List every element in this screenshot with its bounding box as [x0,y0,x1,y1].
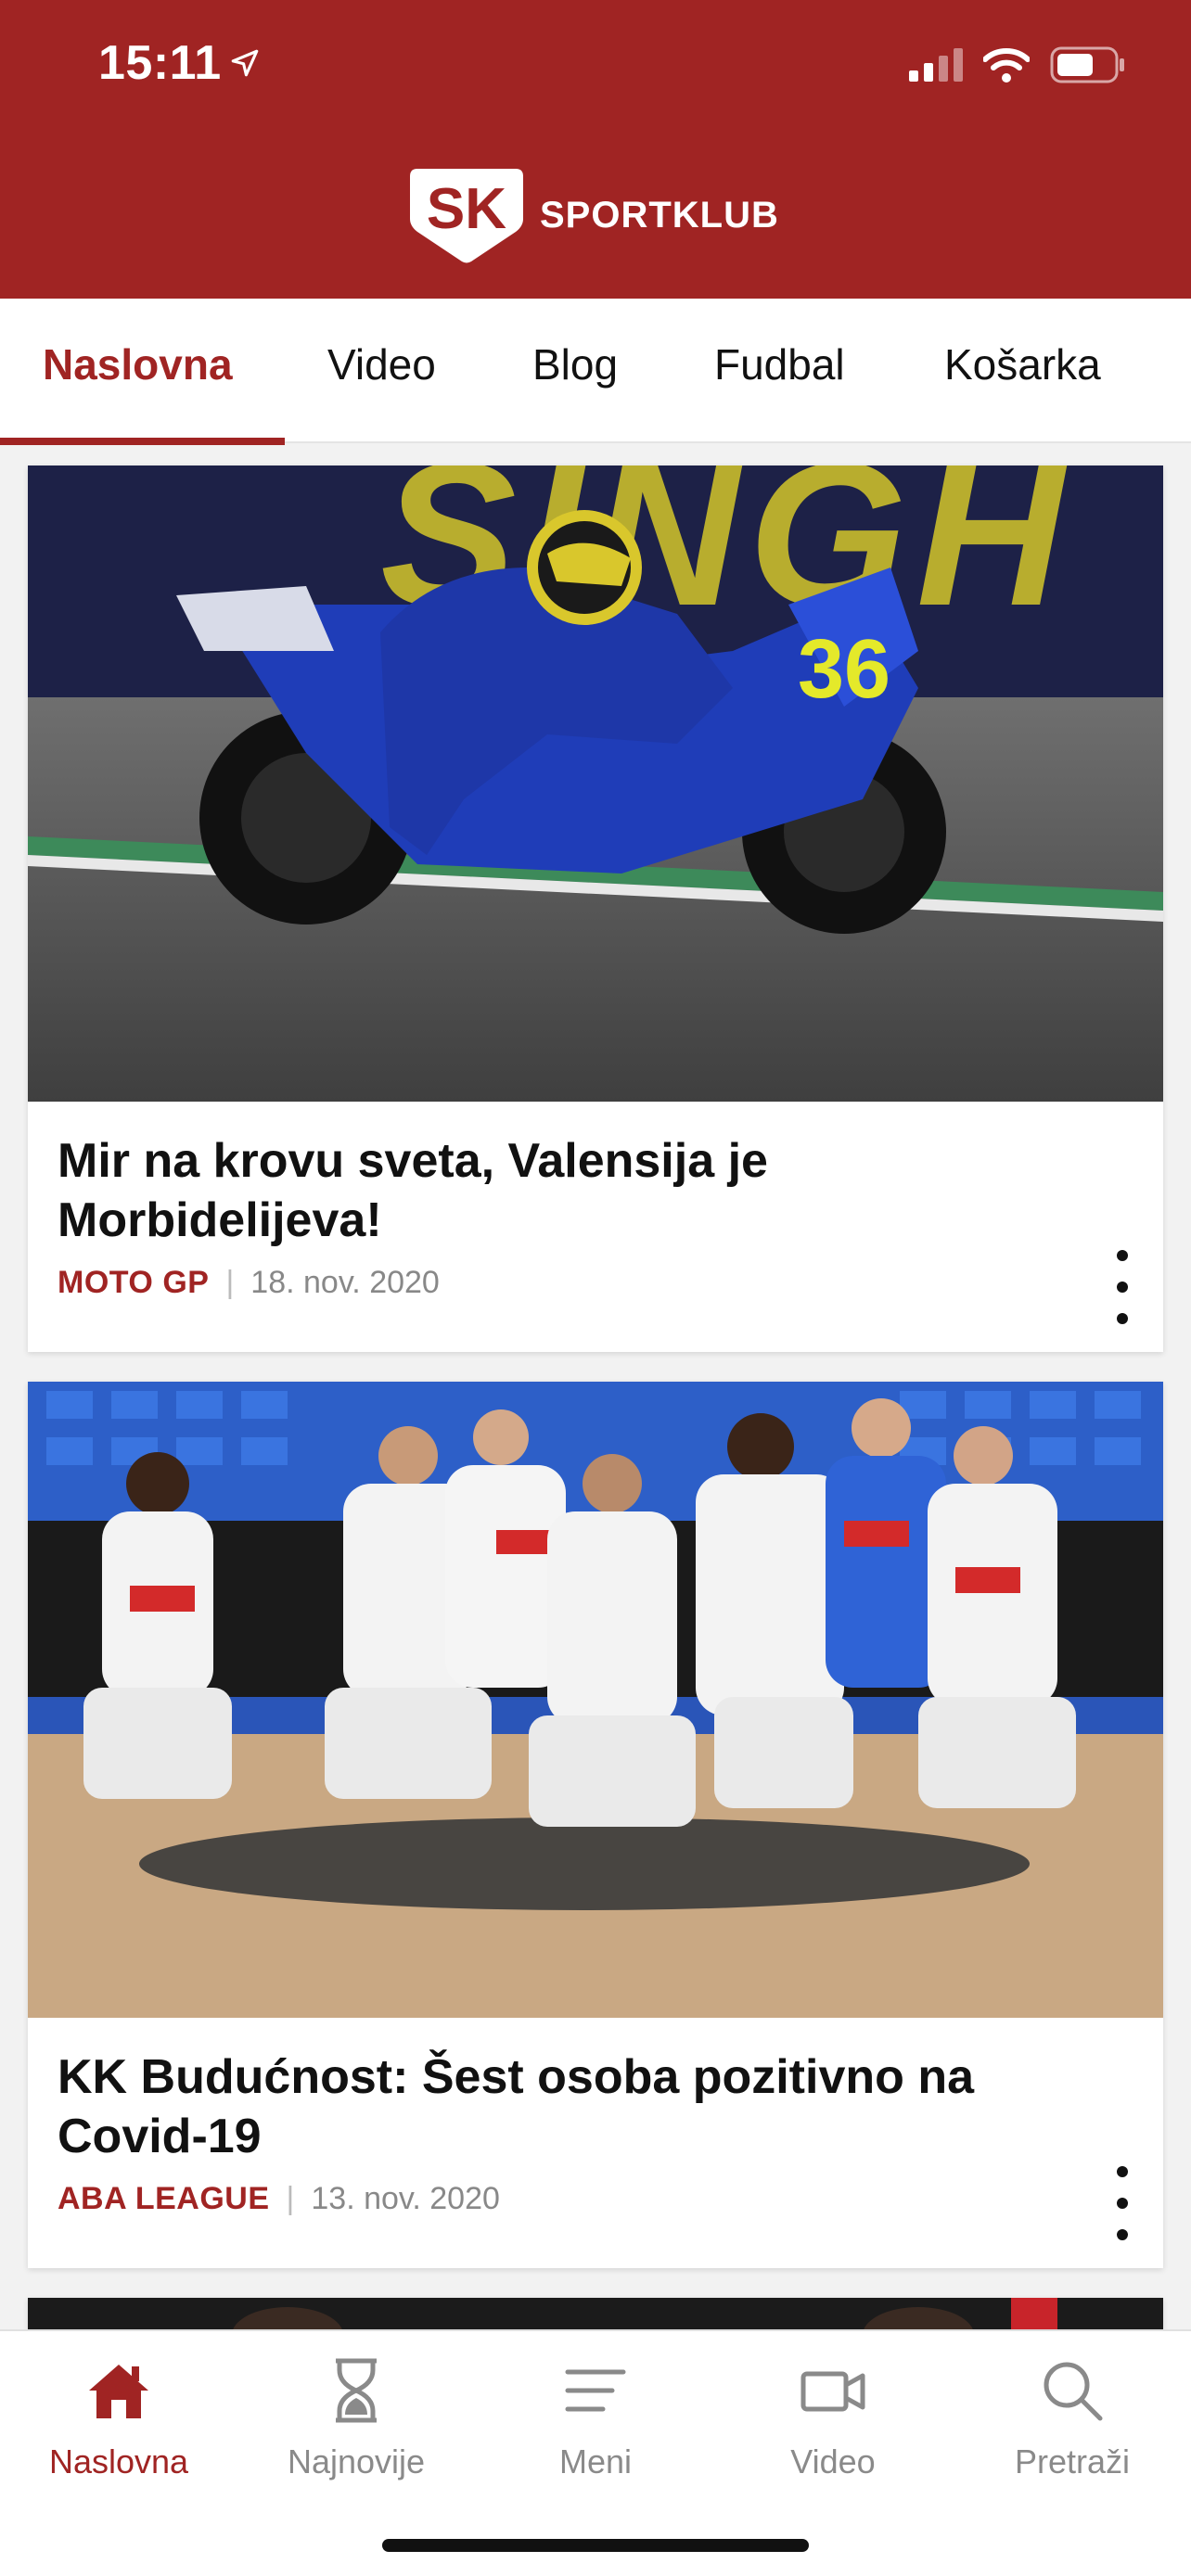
article-image[interactable] [28,1382,1163,2018]
search-icon [1044,2362,1103,2421]
status-indicators [909,46,1126,83]
cellular-signal-icon [909,48,963,82]
article-date: 18. nov. 2020 [250,1265,440,1300]
bottom-nav-pretrazi[interactable]: Pretraži [970,2355,1174,2481]
tab-fudbal[interactable]: Fudbal [714,339,845,389]
location-arrow-icon [231,49,258,77]
category-tabs: Naslovna Video Blog Fudbal Košarka [0,299,1191,445]
bottom-nav-najnovije[interactable]: Najnovije [254,2355,458,2481]
article-date: 13. nov. 2020 [311,2181,500,2216]
article-meta: MOTO GP | 18. nov. 2020 [58,1265,440,1301]
svg-text:36: 36 [798,623,890,716]
article-card[interactable]: SINGH 36 Mir na krovu sveta, Valensija j… [28,465,1163,1352]
tab-naslovna[interactable]: Naslovna [43,339,233,389]
tab-blog[interactable]: Blog [532,339,618,389]
article-image[interactable]: SINGH 36 [28,465,1163,1102]
meta-separator: | [286,2181,295,2216]
article-category[interactable]: MOTO GP [58,1265,209,1301]
sk-shield-logo: SK [410,169,523,263]
bottom-nav-label: Pretraži [1014,2442,1131,2480]
active-tab-indicator [0,438,285,445]
article-title[interactable]: Mir na krovu sveta, Valensija je Morbide… [58,1131,1078,1250]
bottom-nav-naslovna[interactable]: Naslovna [17,2355,221,2481]
bottom-nav-video[interactable]: Video [731,2355,935,2481]
status-time-text: 15:11 [98,36,222,90]
more-options-icon[interactable] [1104,1250,1141,1324]
meta-separator: | [225,1265,235,1300]
menu-icon [565,2369,626,2412]
bottom-nav-label: Najnovije [287,2442,426,2480]
bottom-nav-label: Video [790,2442,876,2480]
article-title[interactable]: KK Budućnost: Šest osoba pozitivno na Co… [58,2047,1078,2166]
bottom-nav-meni[interactable]: Meni [493,2355,698,2481]
motogp-rider-photo: SINGH 36 [28,465,1163,1102]
home-icon [89,2365,148,2418]
basketball-team-photo [28,1382,1163,2018]
battery-icon [1050,46,1124,83]
tab-kosarka[interactable]: Košarka [944,339,1101,389]
wifi-icon [983,48,1030,83]
video-camera-icon [800,2371,865,2412]
more-options-icon[interactable] [1104,2166,1141,2240]
hourglass-icon [336,2358,377,2423]
svg-text:SK: SK [427,177,506,241]
app-header: 15:11 SK SPORTKLUB [0,0,1191,299]
brand-name: SPORTKLUB [540,194,779,236]
bottom-nav-label: Meni [558,2442,633,2480]
status-time: 15:11 [98,35,261,91]
home-indicator[interactable] [382,2539,809,2552]
tab-video[interactable]: Video [327,339,436,389]
bottom-nav-label: Naslovna [48,2442,189,2480]
article-card[interactable]: KK Budućnost: Šest osoba pozitivno na Co… [28,1382,1163,2268]
article-meta: ABA LEAGUE | 13. nov. 2020 [58,2181,500,2217]
sportklub-logo[interactable]: SK SPORTKLUB [406,165,779,265]
article-category[interactable]: ABA LEAGUE [58,2181,270,2217]
